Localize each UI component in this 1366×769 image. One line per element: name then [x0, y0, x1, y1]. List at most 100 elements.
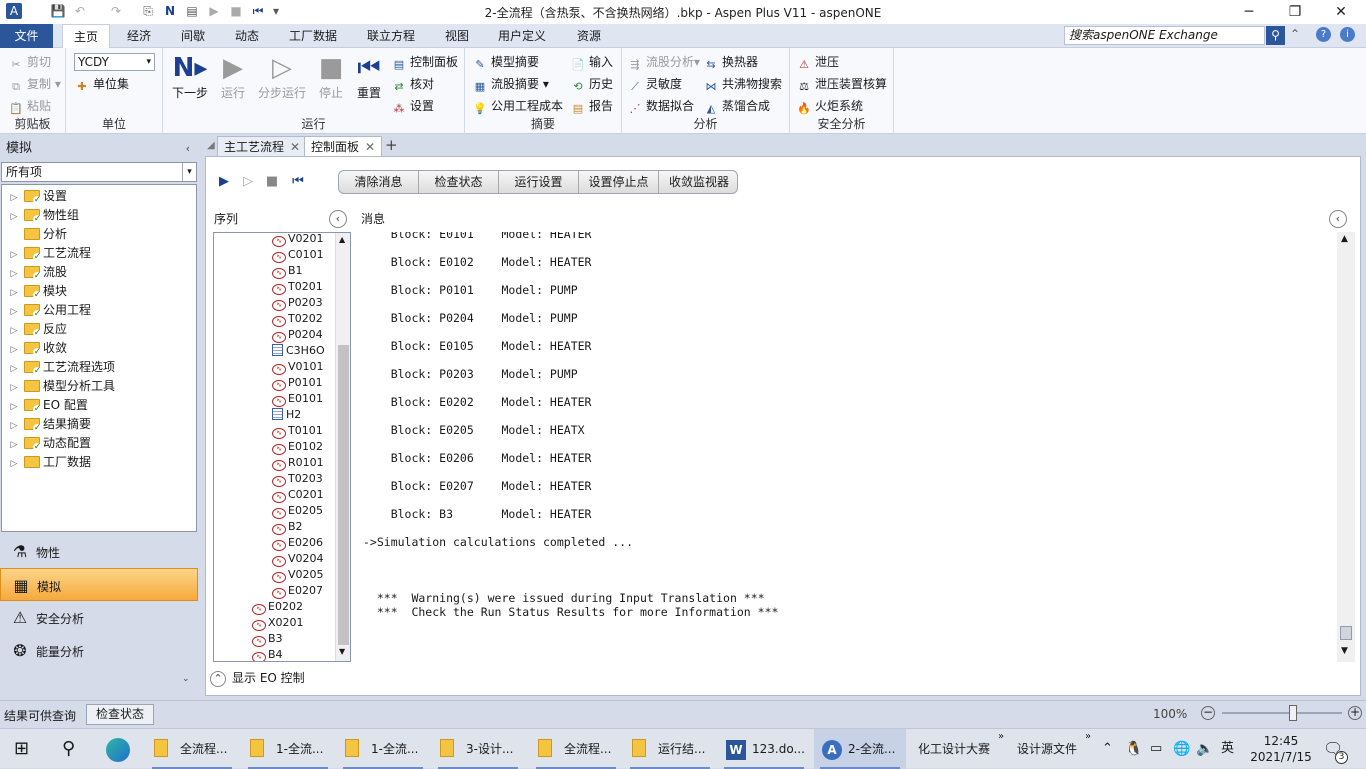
distillation-synthesis-button[interactable]: ◭ 蒸馏合成: [703, 97, 770, 116]
run-button[interactable]: ▶ 运行: [211, 52, 255, 101]
input-button[interactable]: 📄 输入: [570, 53, 613, 72]
tab-file[interactable]: 文件: [0, 24, 53, 48]
tree-item[interactable]: ▷流股: [8, 263, 67, 282]
tree-item[interactable]: ▷工艺流程: [8, 244, 91, 263]
battery-icon[interactable]: ▭: [1150, 729, 1162, 769]
chevron-right-icon[interactable]: »: [998, 717, 1004, 757]
clock-date[interactable]: 2021/7/15: [1246, 749, 1316, 765]
tree-item[interactable]: ▷EO 配置: [8, 396, 88, 415]
tab-plant-data[interactable]: 工厂数据: [280, 24, 346, 48]
taskbar-app[interactable]: 全流程...: [530, 729, 622, 769]
tab-customize[interactable]: 用户定义: [488, 24, 556, 48]
sequence-item[interactable]: ∿ T0202: [272, 311, 323, 327]
sequence-scroll-thumb[interactable]: [338, 345, 349, 645]
unit-sets-button[interactable]: ✚ 单位集: [74, 75, 129, 94]
sequence-item[interactable]: ∿ T0201: [272, 279, 323, 295]
pressure-relief-button[interactable]: ⚠ 泄压: [796, 53, 839, 72]
tab-resources[interactable]: 资源: [566, 24, 612, 48]
sequence-item[interactable]: ∿ T0203: [272, 471, 323, 487]
taskbar-link-source-files[interactable]: 设计源文件: [1017, 729, 1077, 769]
sequence-item[interactable]: ∿ X0201: [252, 615, 304, 631]
sequence-item[interactable]: ∿ V0201: [272, 233, 324, 247]
tree-item[interactable]: 分析: [8, 225, 67, 244]
heat-exchanger-button[interactable]: ⇆ 换热器: [703, 53, 758, 72]
tree-item[interactable]: ▷收敛: [8, 339, 67, 358]
set-breakpoint-button[interactable]: 设置停止点: [579, 171, 659, 193]
new-tab-icon[interactable]: +: [385, 136, 398, 154]
taskbar-app[interactable]: A 2-全流...: [814, 729, 906, 769]
exchange-search-input[interactable]: 搜索aspenONE Exchange: [1064, 26, 1265, 45]
restore-button[interactable]: ❐: [1272, 0, 1318, 24]
run-icon[interactable]: ▶: [216, 174, 232, 190]
taskbar-app[interactable]: 1-全流...: [242, 729, 334, 769]
eo-control-toggle[interactable]: ⌃ 显示 EO 控制: [210, 667, 305, 689]
tab-home[interactable]: 主页: [62, 24, 110, 48]
search-icon[interactable]: ⚲: [1266, 26, 1285, 45]
taskbar-link-contest[interactable]: 化工设计大赛: [918, 729, 990, 769]
zoom-slider-thumb[interactable]: [1288, 705, 1297, 721]
tree-item[interactable]: ▷物性组: [8, 206, 79, 225]
scroll-down-icon[interactable]: ▼: [1341, 646, 1348, 656]
run-settings-button[interactable]: 运行设置: [499, 171, 579, 193]
nav-button[interactable]: ⚠ 安全分析: [0, 601, 198, 634]
report-button[interactable]: ▤ 报告: [570, 97, 613, 116]
close-icon[interactable]: ✕: [290, 140, 300, 154]
edge-icon[interactable]: [106, 729, 134, 769]
tree-item[interactable]: ▷结果摘要: [8, 415, 91, 434]
tray-overflow-icon[interactable]: ⌃: [1102, 729, 1113, 769]
sensitivity-button[interactable]: ⟋ 灵敏度: [627, 75, 682, 94]
help-icon[interactable]: ?: [1316, 27, 1331, 42]
taskbar-app[interactable]: 3-设计...: [432, 729, 524, 769]
nav-button[interactable]: ❂ 能量分析: [0, 634, 198, 667]
expand-arrow-icon[interactable]: ▷: [8, 455, 20, 474]
tab-dynamics[interactable]: 动态: [224, 24, 270, 48]
scroll-down-icon[interactable]: ▼: [339, 647, 345, 656]
sequence-item[interactable]: ∿ C0101: [272, 247, 324, 263]
sequence-item[interactable]: ∿ P0203: [272, 295, 323, 311]
reset-icon[interactable]: ⏮: [290, 174, 306, 190]
volume-icon[interactable]: 🔈: [1196, 729, 1213, 769]
sequence-item[interactable]: ∿ E0205: [272, 503, 323, 519]
step-icon[interactable]: ▷: [240, 174, 256, 190]
unit-set-select[interactable]: YCDY ▾: [74, 53, 155, 71]
search-icon[interactable]: ⚲: [62, 729, 82, 769]
tab-scroll-icon[interactable]: ◢: [207, 136, 217, 156]
windows-start-icon[interactable]: ⊞: [14, 729, 34, 769]
tab-equation-oriented[interactable]: 联立方程: [356, 24, 426, 48]
tab-batch[interactable]: 间歇: [170, 24, 216, 48]
minimize-button[interactable]: ─: [1226, 0, 1272, 24]
ime-indicator[interactable]: 英: [1221, 729, 1234, 769]
sequence-item[interactable]: ∿ P0204: [272, 327, 323, 343]
flare-system-button[interactable]: 🔥 火炬系统: [796, 97, 863, 116]
tree-item[interactable]: ▷工艺流程选项: [8, 358, 115, 377]
chevron-right-icon[interactable]: »: [1085, 717, 1091, 757]
sequence-item[interactable]: ∿ E0207: [272, 583, 323, 599]
scroll-up-icon[interactable]: ▲: [1341, 234, 1348, 244]
control-panel-button[interactable]: ▤ 控制面板: [391, 53, 458, 72]
relief-rating-button[interactable]: ⚖ 泄压装置核算: [796, 75, 887, 94]
taskbar-app[interactable]: W 123.do...: [718, 729, 810, 769]
sequence-item[interactable]: ∿ V0101: [272, 359, 324, 375]
zoom-out-icon[interactable]: −: [1201, 706, 1215, 720]
sequence-scrollbar[interactable]: ▲ ▼: [335, 233, 350, 661]
run-settings-button[interactable]: ⁂ 设置: [391, 97, 435, 116]
info-icon[interactable]: i: [1340, 27, 1355, 42]
sequence-item[interactable]: ∿ E0101: [272, 391, 323, 407]
zoom-in-icon[interactable]: +: [1348, 706, 1362, 720]
utility-cost-button[interactable]: 💡 公用工程成本: [472, 97, 563, 116]
clear-messages-button[interactable]: 清除消息: [339, 171, 419, 193]
sequence-item[interactable]: ∿ B3: [252, 631, 283, 647]
tab-economics[interactable]: 经济: [116, 24, 162, 48]
sequence-item[interactable]: ∿ E0102: [272, 439, 323, 455]
tree-item[interactable]: ▷ 工厂数据: [8, 453, 91, 472]
convergence-monitor-button[interactable]: 收敛监视器: [659, 171, 737, 193]
sequence-item[interactable]: ∿ V0205: [272, 567, 324, 583]
sequence-item[interactable]: ∿ R0101: [272, 455, 324, 471]
sequence-item[interactable]: ∿ B1: [272, 263, 303, 279]
sequence-item[interactable]: ∿ E0202: [252, 599, 303, 615]
stream-summary-button[interactable]: ▦ 流股摘要 ▾: [472, 75, 549, 94]
network-icon[interactable]: 🌐: [1173, 729, 1190, 769]
tree-item[interactable]: ▷ 模型分析工具: [8, 377, 115, 396]
taskbar-app[interactable]: 运行结...: [624, 729, 716, 769]
collapse-pane-icon[interactable]: ‹: [186, 138, 190, 160]
